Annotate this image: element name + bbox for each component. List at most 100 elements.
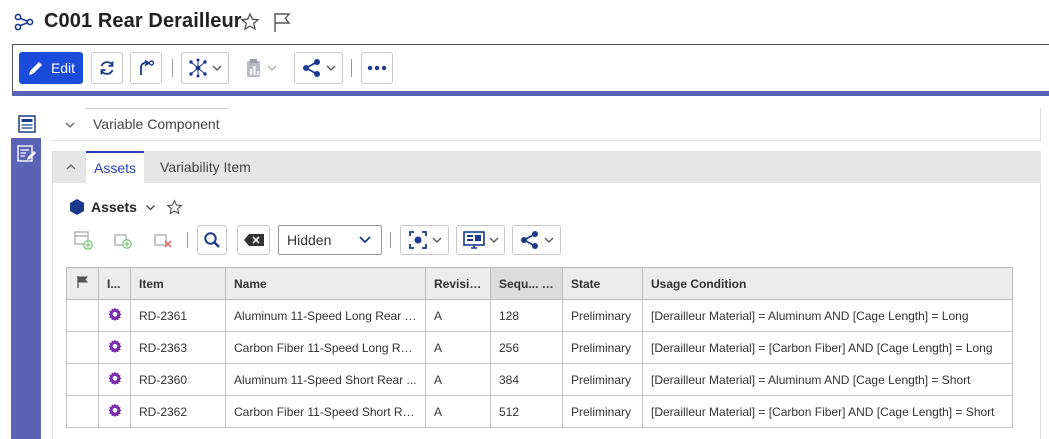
cell-usage-condition[interactable]: [Derailleur Material] = [Carbon Fiber] A… [642, 395, 1013, 428]
column-header-icon[interactable]: I... [98, 267, 131, 300]
cell-usage-condition[interactable]: [Derailleur Material] = Aluminum AND [Ca… [642, 363, 1013, 396]
chevron-down-icon [359, 236, 371, 244]
cell-state[interactable]: Preliminary [562, 331, 643, 364]
item-type-icon-cell[interactable] [98, 299, 131, 332]
chevron-down-icon [212, 65, 222, 71]
edit-form-icon[interactable] [17, 145, 37, 163]
add-item-icon [114, 234, 132, 249]
sort-ascending-icon [548, 276, 557, 288]
tab-assets[interactable]: Assets [86, 151, 145, 183]
cell-state[interactable]: Preliminary [562, 299, 643, 332]
cell-item[interactable]: RD-2360 [130, 363, 226, 396]
grid-toolbar-divider [390, 232, 391, 248]
hexagon-icon [70, 199, 84, 215]
table-row[interactable]: RD-2360 Aluminum 11-Speed Short Rear ... A… [66, 363, 1013, 396]
cell-name[interactable]: Carbon Fiber 11-Speed Long Rea... [225, 331, 426, 364]
main-toolbar: Edit [12, 44, 1049, 92]
share-menu-button[interactable] [294, 52, 343, 84]
cell-revision[interactable]: A [425, 299, 491, 332]
cell-state[interactable]: Preliminary [562, 363, 643, 396]
side-rail [11, 100, 41, 439]
assets-title-label: Assets [91, 199, 137, 215]
remove-row-button[interactable] [148, 225, 178, 255]
cell-item[interactable]: RD-2362 [130, 395, 226, 428]
cell-item[interactable]: RD-2363 [130, 331, 226, 364]
cell-revision[interactable]: A [425, 331, 491, 364]
column-header-name[interactable]: Name [225, 267, 426, 300]
assets-section-header: Assets Variability Item [53, 151, 1041, 183]
row-selector[interactable] [66, 331, 99, 364]
search-mode-value: Hidden [287, 232, 332, 248]
row-selector[interactable] [66, 395, 99, 428]
cell-usage-condition[interactable]: [Derailleur Material] = Aluminum AND [Ca… [642, 299, 1013, 332]
clipboard-report-icon [247, 59, 260, 77]
search-button[interactable] [197, 225, 227, 255]
star-outline-icon[interactable] [240, 12, 260, 32]
chevron-down-icon [267, 65, 277, 71]
network-icon [189, 58, 207, 78]
grid-header-row: I... Item Name Revision Sequ... State Us… [66, 267, 1013, 300]
assets-section: Assets Variability Item Assets Hidden I.… [52, 151, 1041, 439]
page-title: C001 Rear Derailleur [44, 10, 242, 32]
cell-revision[interactable]: A [425, 363, 491, 396]
cell-usage-condition[interactable]: [Derailleur Material] = [Carbon Fiber] A… [642, 331, 1013, 364]
cell-name[interactable]: Aluminum 11-Speed Long Rear D... [225, 299, 426, 332]
column-header-revision[interactable]: Revision [425, 267, 491, 300]
item-type-icon-cell[interactable] [98, 331, 131, 364]
cell-sequence[interactable]: 256 [490, 331, 563, 364]
gear-icon [108, 307, 121, 321]
cell-item[interactable]: RD-2361 [130, 299, 226, 332]
column-header-usage-condition[interactable]: Usage Condition [642, 267, 1013, 300]
chevron-down-icon [544, 237, 553, 243]
ellipsis-icon [367, 65, 387, 71]
row-selector[interactable] [66, 363, 99, 396]
form-view-icon[interactable] [18, 115, 36, 133]
share-icon [302, 59, 320, 77]
table-row[interactable]: RD-2361 Aluminum 11-Speed Long Rear D... A… [66, 299, 1013, 332]
cell-state[interactable]: Preliminary [562, 395, 643, 428]
view-menu-button[interactable] [400, 225, 449, 255]
chevron-down-icon[interactable] [64, 119, 76, 131]
column-header-flag[interactable] [66, 267, 99, 300]
cell-sequence[interactable]: 512 [490, 395, 563, 428]
cell-sequence[interactable]: 384 [490, 363, 563, 396]
chevron-up-icon[interactable] [65, 161, 77, 173]
item-type-icon-cell[interactable] [98, 363, 131, 396]
lifecycle-button[interactable] [130, 52, 162, 84]
cell-name[interactable]: Aluminum 11-Speed Short Rear ... [225, 363, 426, 396]
clear-search-button[interactable] [237, 225, 270, 255]
refresh-button[interactable] [91, 52, 123, 84]
display-menu-button[interactable] [456, 225, 505, 255]
pencil-icon [28, 62, 42, 75]
table-row[interactable]: RD-2362 Carbon Fiber 11-Speed Short Re...… [66, 395, 1013, 428]
add-new-row-button[interactable] [68, 225, 98, 255]
toolbar-accent-band [12, 91, 1049, 96]
item-type-icon-cell[interactable] [98, 395, 131, 428]
chevron-down-icon[interactable] [145, 202, 156, 213]
cell-sequence[interactable]: 128 [490, 299, 563, 332]
star-outline-icon[interactable] [166, 198, 183, 216]
remove-row-icon [154, 234, 172, 248]
tab-variability-item[interactable]: Variability Item [152, 151, 259, 183]
grid-toolbar-divider [187, 232, 188, 248]
cell-name[interactable]: Carbon Fiber 11-Speed Short Re... [225, 395, 426, 428]
reports-menu-button[interactable] [237, 52, 285, 84]
column-header-sequence[interactable]: Sequ... [490, 267, 563, 300]
column-header-sequence-label: Sequ... [499, 276, 539, 291]
table-row[interactable]: RD-2363 Carbon Fiber 11-Speed Long Rea...… [66, 331, 1013, 364]
more-actions-button[interactable] [361, 52, 393, 84]
column-header-item[interactable]: Item [130, 267, 226, 300]
assets-grid-title: Assets [69, 197, 183, 217]
tab-variable-component[interactable]: Variable Component [85, 108, 228, 141]
edit-button[interactable]: Edit [19, 52, 83, 84]
cell-revision[interactable]: A [425, 395, 491, 428]
flag-outline-icon[interactable] [272, 11, 292, 33]
row-selector[interactable] [66, 299, 99, 332]
grid-share-menu-button[interactable] [512, 225, 561, 255]
focus-view-icon [408, 231, 427, 249]
network-menu-button[interactable] [181, 52, 229, 84]
search-mode-select[interactable]: Hidden [278, 225, 382, 255]
add-existing-button[interactable] [108, 225, 138, 255]
column-header-state[interactable]: State [562, 267, 643, 300]
add-row-icon [74, 231, 93, 250]
